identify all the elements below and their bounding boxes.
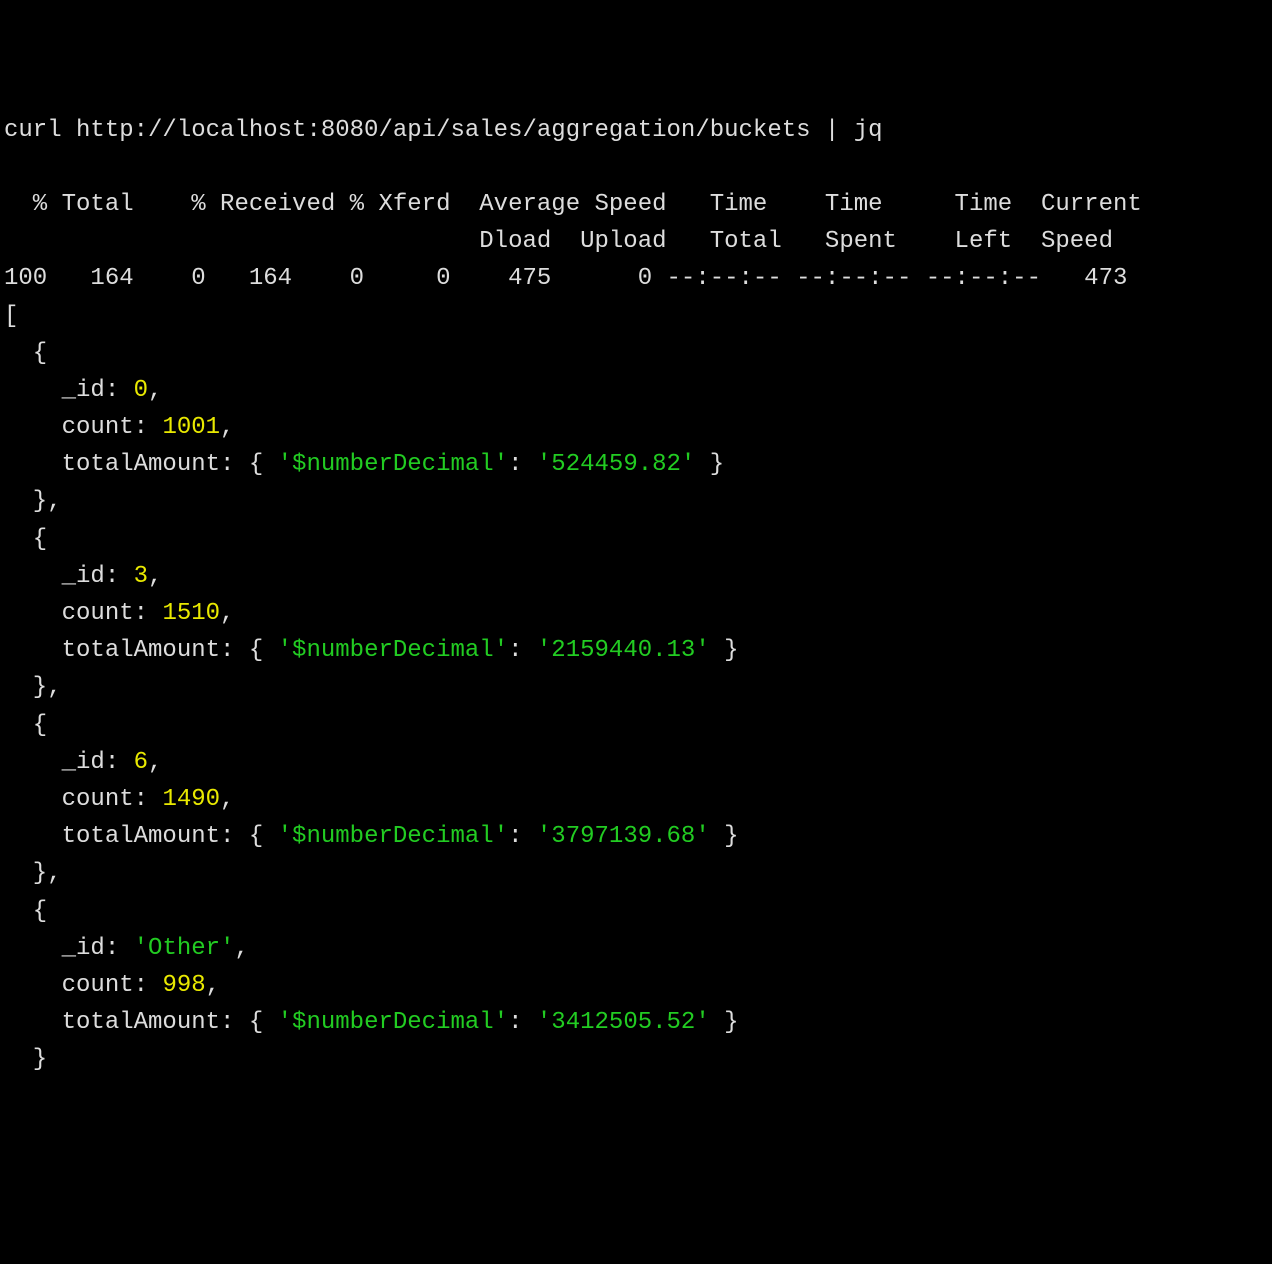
command-line: curl http://localhost:8080/api/sales/agg… [4,117,883,144]
json-body: { _id: 0, count: 1001, totalAmount: { '$… [4,335,1268,1079]
terminal-output[interactable]: curl http://localhost:8080/api/sales/agg… [4,112,1268,1079]
json-open-bracket: [ [4,303,18,330]
progress-row: 100 164 0 164 0 0 475 0 --:--:-- --:--:-… [4,265,1127,292]
blank-line [4,154,18,181]
progress-header-2: Dload Upload Total Spent Left Speed [4,228,1113,255]
progress-header-1: % Total % Received % Xferd Average Speed… [4,191,1142,218]
